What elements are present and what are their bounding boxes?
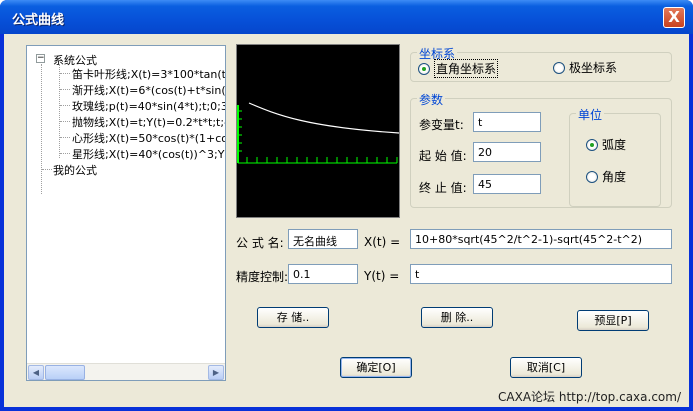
delete-button[interactable]: 删 除.. <box>421 307 493 328</box>
radio-radian[interactable]: 弧度 <box>586 136 626 153</box>
tree-guide-line <box>59 64 60 158</box>
unit-title: 单位 <box>576 106 605 123</box>
close-button[interactable]: X <box>663 7 685 28</box>
yt-label: Y(t) = <box>364 269 400 283</box>
params-group: 参数 参变量t: t 起 始 值: 20 终 止 值: 45 单位 弧度 角度 <box>410 91 672 208</box>
end-input[interactable]: 45 <box>473 174 541 194</box>
precision-input[interactable]: 0.1 <box>288 264 358 284</box>
radio-cartesian-label: 直角坐标系 <box>434 59 499 78</box>
scroll-left-icon[interactable]: ◀ <box>28 365 44 380</box>
radio-radian-label: 弧度 <box>602 138 627 152</box>
radio-selected-icon[interactable] <box>586 138 598 151</box>
xt-label: X(t) = <box>364 235 401 249</box>
ok-button[interactable]: 确定[O] <box>340 357 412 378</box>
tree-item-rose[interactable]: 玫瑰线;p(t)=40*sin(4*t);t;0;36 <box>72 98 225 114</box>
formula-name-label: 公 式 名: <box>236 236 284 250</box>
tree-branch <box>42 169 52 170</box>
forum-watermark: CAXA论坛 http://top.caxa.com/ <box>498 388 681 405</box>
radio-cartesian[interactable]: 直角坐标系 <box>418 59 499 78</box>
tree-item-folium[interactable]: 笛卡叶形线;X(t)=3*100*tan(t) <box>72 66 225 82</box>
tree-branch <box>60 73 70 74</box>
window-title: 公式曲线 <box>12 13 65 28</box>
close-icon: X <box>668 8 680 26</box>
unit-group: 单位 弧度 角度 <box>569 106 661 207</box>
curve-preview <box>236 44 400 218</box>
xt-input[interactable]: 10+80*sqrt(45^2/t^2-1)-sqrt(45^2-t^2) <box>410 229 672 249</box>
radio-degree-label: 角度 <box>602 170 627 184</box>
radio-degree[interactable]: 角度 <box>586 168 626 185</box>
tree-horizontal-scrollbar[interactable]: ◀ ▶ <box>27 363 225 380</box>
params-title: 参数 <box>417 91 446 108</box>
scroll-right-icon[interactable]: ▶ <box>208 365 224 380</box>
radio-unselected-icon[interactable] <box>553 61 565 74</box>
tree-item-cardioid[interactable]: 心形线;X(t)=50*cos(t)*(1+cos <box>72 130 225 146</box>
title-bar[interactable]: 公式曲线 X <box>0 0 693 34</box>
coord-system-group: 坐标系 直角坐标系 极坐标系 <box>410 45 672 82</box>
preview-x-ticks <box>246 157 398 163</box>
scrollbar-thumb[interactable] <box>45 365 85 380</box>
tree-branch <box>60 153 70 154</box>
cancel-button[interactable]: 取消[C] <box>510 357 582 378</box>
formula-name-input[interactable]: 无名曲线 <box>288 229 358 249</box>
formula-tree[interactable]: − 系统公式 笛卡叶形线;X(t)=3*100*tan(t) 渐开线;X(t)=… <box>26 45 226 381</box>
tree-item-involute[interactable]: 渐开线;X(t)=6*(cos(t)+t*sin(t) <box>72 82 225 98</box>
start-input[interactable]: 20 <box>473 142 541 162</box>
start-label: 起 始 值: <box>419 149 467 163</box>
radio-selected-icon[interactable] <box>418 62 430 75</box>
tree-guide-line <box>41 64 42 194</box>
preview-button[interactable]: 预显[P] <box>577 310 649 331</box>
dialog-window: 公式曲线 X − 系统公式 笛卡叶形线;X(t)=3*100*tan(t) 渐开… <box>0 0 693 411</box>
radio-unselected-icon[interactable] <box>586 170 598 183</box>
end-label: 终 止 值: <box>419 181 467 195</box>
preview-curve <box>248 102 400 134</box>
radio-polar[interactable]: 极坐标系 <box>553 59 617 76</box>
var-label: 参变量t: <box>419 118 464 132</box>
tree-item-astroid[interactable]: 星形线;X(t)=40*(cos(t))^3;Y(t) <box>72 146 225 162</box>
yt-input[interactable]: t <box>410 264 672 284</box>
tree-root-my-formulas[interactable]: 我的公式 <box>53 162 97 178</box>
curve-preview-svg <box>237 102 400 164</box>
radio-polar-label: 极坐标系 <box>569 61 618 75</box>
tree-branch <box>60 137 70 138</box>
tree-branch <box>60 105 70 106</box>
precision-label: 精度控制: <box>236 270 289 284</box>
collapse-icon[interactable]: − <box>36 54 45 63</box>
tree-branch <box>60 121 70 122</box>
save-button[interactable]: 存 储.. <box>257 307 329 328</box>
var-input[interactable]: t <box>473 112 541 132</box>
tree-item-parabola[interactable]: 抛物线;X(t)=t;Y(t)=0.2*t*t;t;- <box>72 114 225 130</box>
tree-branch <box>60 89 70 90</box>
dialog-body: − 系统公式 笛卡叶形线;X(t)=3*100*tan(t) 渐开线;X(t)=… <box>4 34 689 407</box>
